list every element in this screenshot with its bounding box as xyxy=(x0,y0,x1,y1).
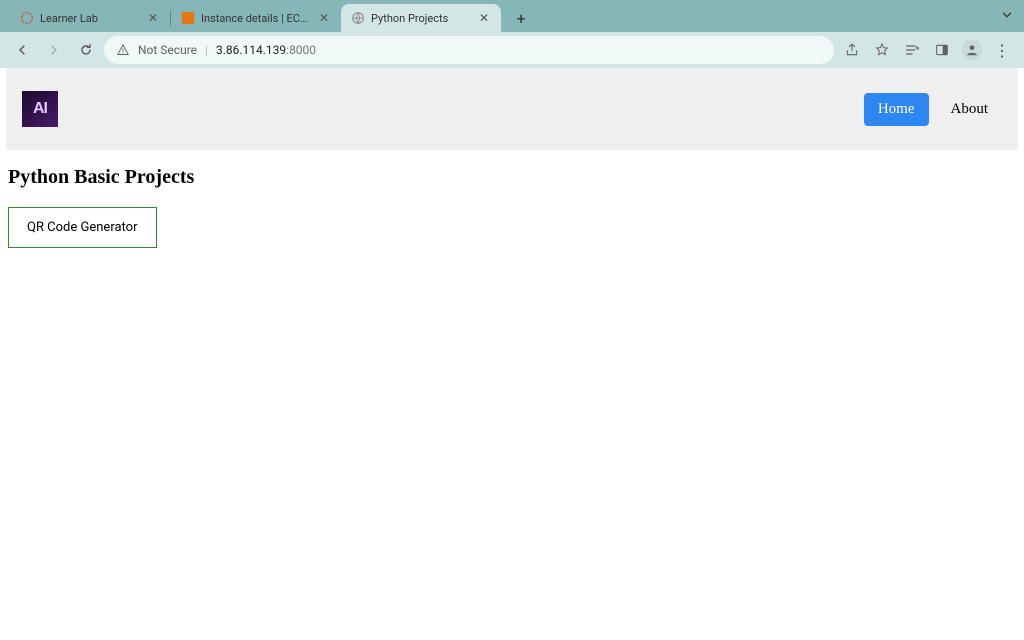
not-secure-label: Not Secure xyxy=(138,43,197,57)
site-logo[interactable]: AI xyxy=(22,91,58,127)
back-button[interactable] xyxy=(8,36,36,64)
address-bar[interactable]: Not Secure | 3.86.114.139:8000 xyxy=(104,36,834,64)
tab-ec2-manager[interactable]: Instance details | EC2 Manager ✕ xyxy=(171,4,341,32)
site-nav: Home About xyxy=(864,93,1002,126)
close-icon[interactable]: ✕ xyxy=(477,11,491,25)
url-port: :8000 xyxy=(286,43,316,57)
logo-text: AI xyxy=(33,100,47,118)
new-tab-button[interactable]: + xyxy=(507,4,535,32)
canvas-favicon-icon xyxy=(20,11,34,25)
page-viewport: AI Home About Python Basic Projects QR C… xyxy=(0,68,1024,640)
reload-button[interactable] xyxy=(72,36,100,64)
project-card-qr-code-generator[interactable]: QR Code Generator xyxy=(8,207,157,248)
nav-home-button[interactable]: Home xyxy=(864,93,929,126)
bookmark-star-icon[interactable] xyxy=(868,36,896,64)
not-secure-icon xyxy=(116,43,130,57)
profile-avatar[interactable] xyxy=(958,36,986,64)
page-body: Python Basic Projects QR Code Generator xyxy=(6,150,1018,264)
forward-button[interactable] xyxy=(40,36,68,64)
browser-toolbar: Not Secure | 3.86.114.139:8000 ⋮ xyxy=(0,32,1024,68)
close-icon[interactable]: ✕ xyxy=(317,11,331,25)
tab-title: Learner Lab xyxy=(40,12,140,25)
nav-about-link[interactable]: About xyxy=(937,93,1003,126)
tab-python-projects[interactable]: Python Projects ✕ xyxy=(341,4,501,32)
window-controls xyxy=(1000,8,1014,22)
kebab-menu-icon[interactable]: ⋮ xyxy=(988,36,1016,64)
address-separator: | xyxy=(205,43,208,57)
close-icon[interactable]: ✕ xyxy=(146,11,160,25)
share-icon[interactable] xyxy=(838,36,866,64)
globe-favicon-icon xyxy=(351,11,365,25)
toolbar-right: ⋮ xyxy=(838,36,1016,64)
tabs-container: Learner Lab ✕ Instance details | EC2 Man… xyxy=(10,4,535,32)
tab-title: Instance details | EC2 Manager xyxy=(201,12,311,25)
tab-title: Python Projects xyxy=(371,12,471,25)
side-panel-icon[interactable] xyxy=(928,36,956,64)
url-host: 3.86.114.139 xyxy=(216,43,286,57)
chevron-down-icon[interactable] xyxy=(1000,8,1014,22)
site-header: AI Home About xyxy=(6,68,1018,150)
browser-tab-strip: Learner Lab ✕ Instance details | EC2 Man… xyxy=(0,0,1024,32)
page-heading: Python Basic Projects xyxy=(8,166,1016,189)
tab-learner-lab[interactable]: Learner Lab ✕ xyxy=(10,4,170,32)
aws-favicon-icon xyxy=(181,11,195,25)
reading-list-icon[interactable] xyxy=(898,36,926,64)
